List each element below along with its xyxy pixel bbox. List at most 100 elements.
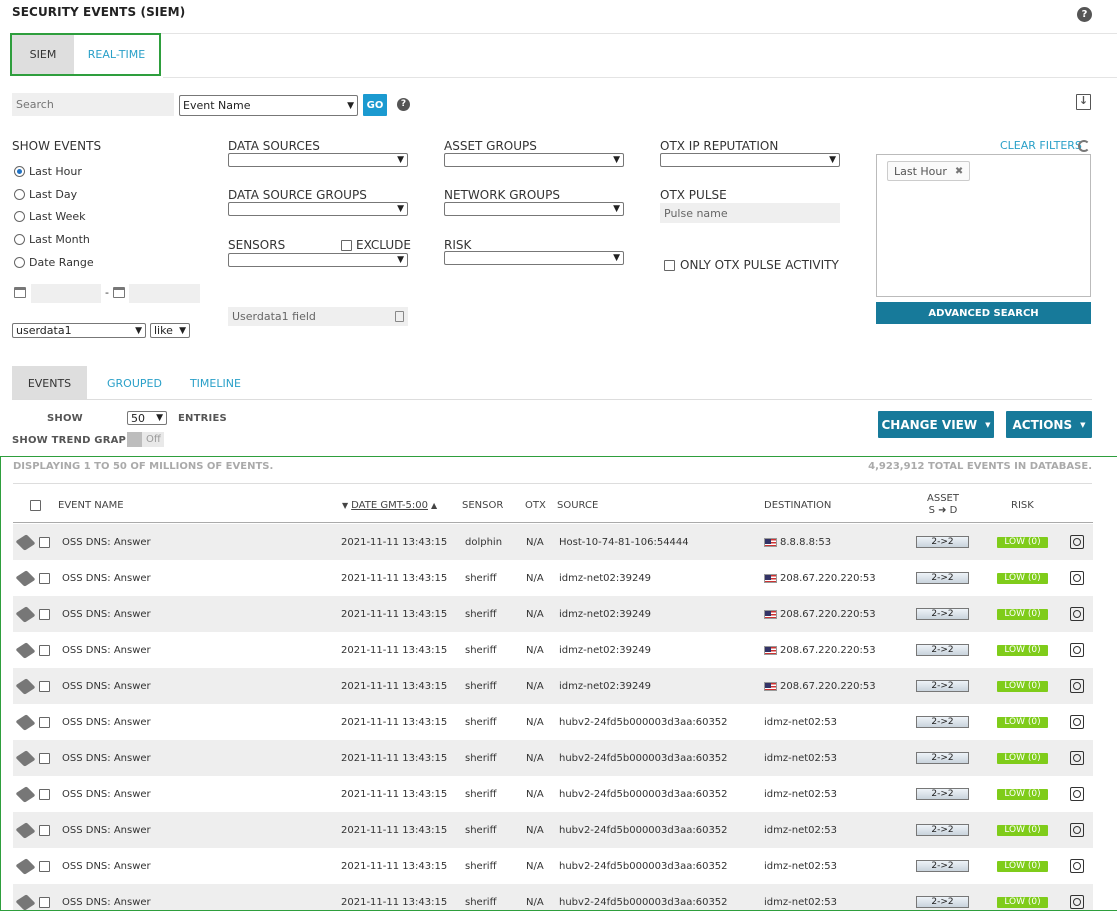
table-row[interactable]: OSS DNS: Answer 2021-11-11 13:43:15 sherif… <box>13 884 1093 910</box>
view-details-icon[interactable] <box>1070 787 1084 801</box>
field-picker-icon[interactable] <box>395 311 404 322</box>
column-otx[interactable]: OTX <box>525 487 546 523</box>
asset-groups-select[interactable]: ▼ <box>444 153 624 167</box>
help-icon[interactable]: ? <box>397 98 410 111</box>
column-event-name[interactable]: EVENT NAME <box>58 487 124 523</box>
actions-button[interactable]: ACTIONS ▼ <box>1006 411 1092 438</box>
view-details-icon[interactable] <box>1070 859 1084 873</box>
view-details-icon[interactable] <box>1070 571 1084 585</box>
tab-events[interactable]: EVENTS <box>12 366 87 400</box>
tag-icon[interactable] <box>15 857 36 875</box>
event-source[interactable]: idmz-net02:39249 <box>559 596 651 632</box>
table-row[interactable]: OSS DNS: Answer 2021-11-11 13:43:15 sherif… <box>13 776 1093 812</box>
otx-ip-reputation-select[interactable]: ▼ <box>660 153 840 167</box>
calendar-icon[interactable] <box>113 287 125 298</box>
event-destination[interactable]: 208.67.220.220:53 <box>764 632 876 668</box>
userdata-select[interactable]: userdata1 ▼ <box>12 323 146 338</box>
column-destination[interactable]: DESTINATION <box>764 487 831 523</box>
radio-date-range[interactable]: Date Range <box>14 256 94 269</box>
table-row[interactable]: OSS DNS: Answer 2021-11-11 13:43:15 sherif… <box>13 740 1093 776</box>
radio-last-month[interactable]: Last Month <box>14 233 90 246</box>
pulse-name-input[interactable]: Pulse name <box>660 203 840 223</box>
tag-icon[interactable] <box>15 641 36 659</box>
tag-icon[interactable] <box>15 893 36 910</box>
view-details-icon[interactable] <box>1070 679 1084 693</box>
event-destination[interactable]: 208.67.220.220:53 <box>764 596 876 632</box>
event-name[interactable]: OSS DNS: Answer <box>62 560 151 596</box>
event-destination[interactable]: 208.67.220.220:53 <box>764 668 876 704</box>
userdata-field-input[interactable]: Userdata1 field <box>228 307 408 326</box>
table-row[interactable]: OSS DNS: Answer 2021-11-11 13:43:15 sherif… <box>13 596 1093 632</box>
event-destination[interactable]: 8.8.8.8:53 <box>764 524 831 560</box>
table-row[interactable]: OSS DNS: Answer 2021-11-11 13:43:15 sherif… <box>13 848 1093 884</box>
date-from-input[interactable] <box>31 284 101 303</box>
row-checkbox[interactable] <box>39 680 50 692</box>
only-otx-checkbox[interactable]: ONLY OTX PULSE ACTIVITY <box>664 258 839 272</box>
row-checkbox[interactable] <box>39 896 50 908</box>
event-destination[interactable]: idmz-net02:53 <box>764 812 837 848</box>
advanced-search-button[interactable]: ADVANCED SEARCH <box>876 302 1091 324</box>
event-source[interactable]: hubv2-24fd5b000003d3aa:60352 <box>559 812 728 848</box>
event-destination[interactable]: idmz-net02:53 <box>764 884 837 910</box>
event-source[interactable]: hubv2-24fd5b000003d3aa:60352 <box>559 776 728 812</box>
refresh-icon[interactable] <box>1078 140 1090 152</box>
tag-icon[interactable] <box>15 605 36 623</box>
event-source[interactable]: hubv2-24fd5b000003d3aa:60352 <box>559 740 728 776</box>
row-checkbox[interactable] <box>39 608 50 620</box>
event-destination[interactable]: idmz-net02:53 <box>764 740 837 776</box>
table-row[interactable]: OSS DNS: Answer 2021-11-11 13:43:15 sherif… <box>13 632 1093 668</box>
table-row[interactable]: OSS DNS: Answer 2021-11-11 13:43:15 sherif… <box>13 560 1093 596</box>
event-source[interactable]: hubv2-24fd5b000003d3aa:60352 <box>559 884 728 910</box>
close-icon[interactable]: ✖ <box>955 166 963 177</box>
event-source[interactable]: idmz-net02:39249 <box>559 560 651 596</box>
radio-last-week[interactable]: Last Week <box>14 210 86 223</box>
clear-filters-link[interactable]: CLEAR FILTERS <box>1000 139 1082 152</box>
tag-icon[interactable] <box>15 533 36 551</box>
event-name[interactable]: OSS DNS: Answer <box>62 632 151 668</box>
table-row[interactable]: OSS DNS: Answer 2021-11-11 13:43:15 dolphi… <box>13 524 1093 560</box>
select-all-checkbox[interactable] <box>30 499 41 511</box>
event-source[interactable]: hubv2-24fd5b000003d3aa:60352 <box>559 704 728 740</box>
data-sources-select[interactable]: ▼ <box>228 153 408 167</box>
risk-select[interactable]: ▼ <box>444 251 624 265</box>
column-risk[interactable]: RISK <box>1011 487 1034 523</box>
view-details-icon[interactable] <box>1070 823 1084 837</box>
view-details-icon[interactable] <box>1070 751 1084 765</box>
row-checkbox[interactable] <box>39 716 50 728</box>
event-name[interactable]: OSS DNS: Answer <box>62 668 151 704</box>
table-row[interactable]: OSS DNS: Answer 2021-11-11 13:43:15 sherif… <box>13 812 1093 848</box>
date-to-input[interactable] <box>129 284 200 303</box>
data-source-groups-select[interactable]: ▼ <box>228 202 408 216</box>
trend-graph-toggle[interactable]: Off <box>127 432 164 447</box>
tag-icon[interactable] <box>15 821 36 839</box>
tab-timeline[interactable]: TIMELINE <box>182 366 261 400</box>
change-view-button[interactable]: CHANGE VIEW ▼ <box>878 411 994 438</box>
event-source[interactable]: hubv2-24fd5b000003d3aa:60352 <box>559 848 728 884</box>
event-destination[interactable]: 208.67.220.220:53 <box>764 560 876 596</box>
view-details-icon[interactable] <box>1070 607 1084 621</box>
entries-select[interactable]: 50 ▼ <box>127 411 167 425</box>
view-details-icon[interactable] <box>1070 895 1084 909</box>
download-icon[interactable]: ↓ <box>1076 94 1091 110</box>
event-source[interactable]: idmz-net02:39249 <box>559 632 651 668</box>
table-row[interactable]: OSS DNS: Answer 2021-11-11 13:43:15 sherif… <box>13 668 1093 704</box>
search-field-select[interactable]: Event Name ▼ <box>179 95 358 116</box>
event-name[interactable]: OSS DNS: Answer <box>62 704 151 740</box>
row-checkbox[interactable] <box>39 788 50 800</box>
tag-icon[interactable] <box>15 785 36 803</box>
row-checkbox[interactable] <box>39 824 50 836</box>
tag-icon[interactable] <box>15 749 36 767</box>
event-name[interactable]: OSS DNS: Answer <box>62 884 151 910</box>
go-button[interactable]: GO <box>363 94 387 116</box>
event-name[interactable]: OSS DNS: Answer <box>62 740 151 776</box>
table-row[interactable]: OSS DNS: Answer 2021-11-11 13:43:15 sherif… <box>13 704 1093 740</box>
event-destination[interactable]: idmz-net02:53 <box>764 704 837 740</box>
view-details-icon[interactable] <box>1070 715 1084 729</box>
radio-last-hour[interactable]: Last Hour <box>14 165 82 178</box>
radio-last-day[interactable]: Last Day <box>14 188 77 201</box>
tab-real-time[interactable]: REAL-TIME <box>74 35 159 74</box>
event-name[interactable]: OSS DNS: Answer <box>62 776 151 812</box>
event-source[interactable]: idmz-net02:39249 <box>559 668 651 704</box>
event-name[interactable]: OSS DNS: Answer <box>62 596 151 632</box>
row-checkbox[interactable] <box>39 572 50 584</box>
